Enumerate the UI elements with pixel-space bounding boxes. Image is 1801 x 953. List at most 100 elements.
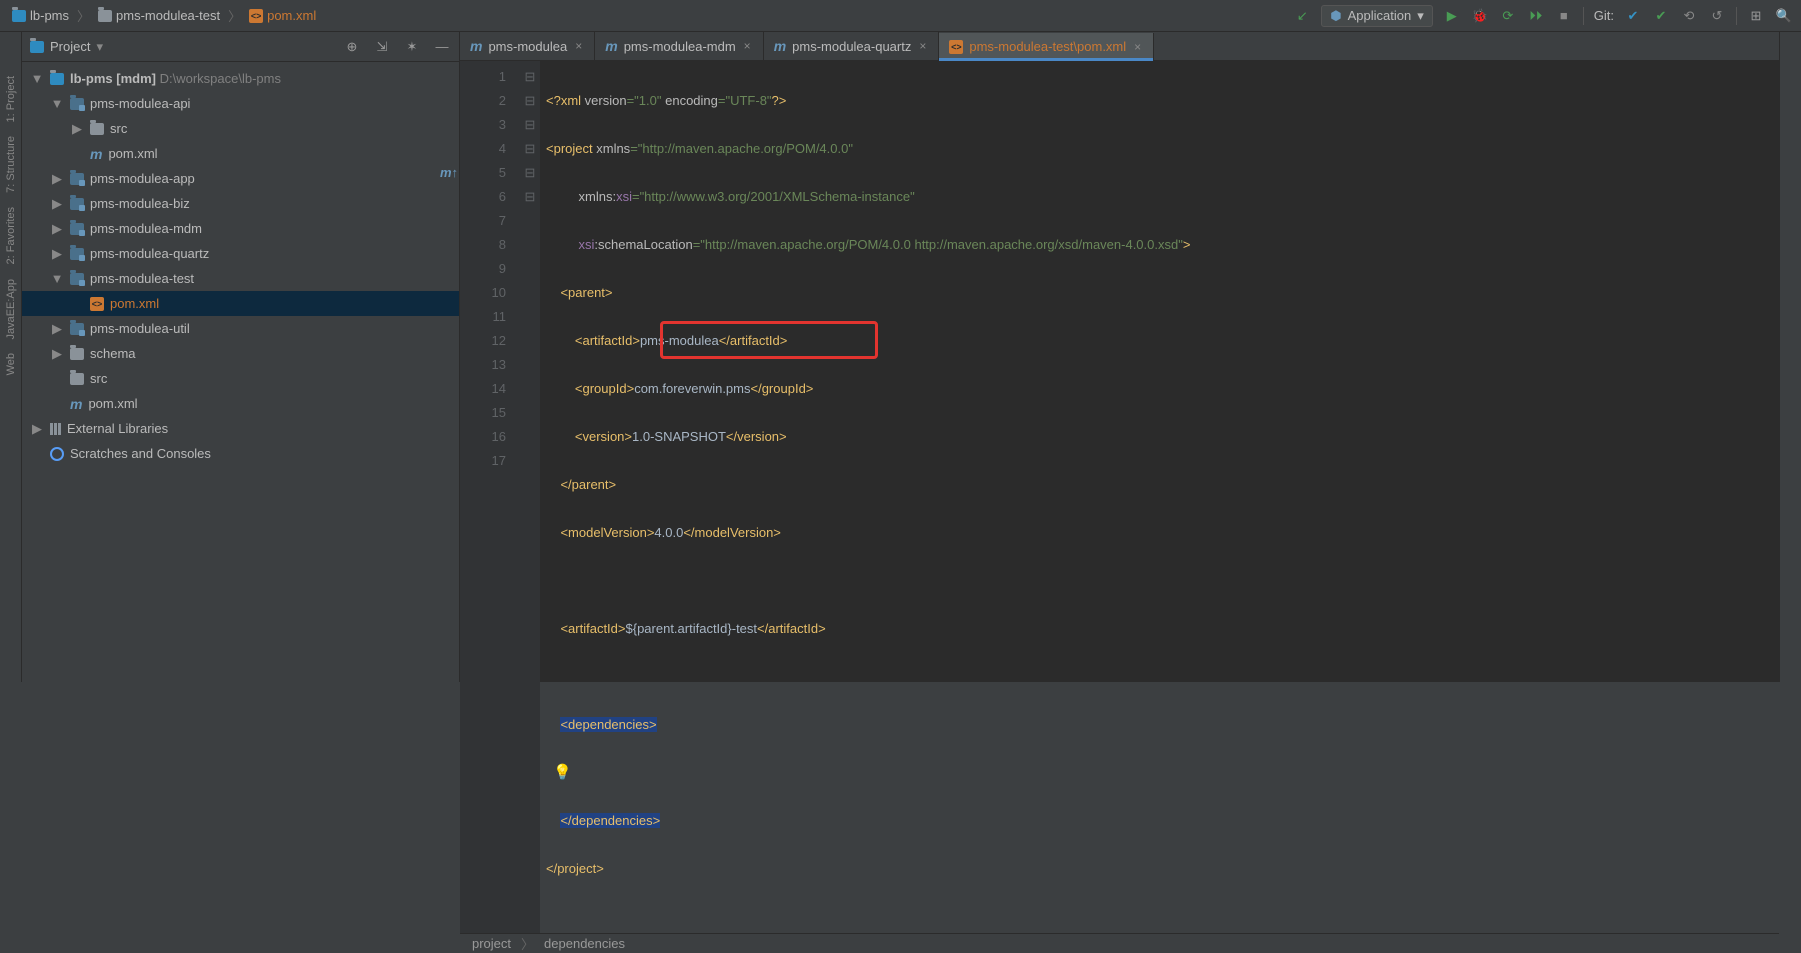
separator — [1736, 7, 1737, 25]
run-config-dropdown[interactable]: ⬢ Application ▾ — [1321, 5, 1433, 27]
tree-node-module[interactable]: ▶ pms-modulea-biz — [22, 191, 459, 216]
maven-icon: m — [90, 146, 102, 162]
git-history-icon[interactable]: ⟲ — [1680, 7, 1698, 25]
tree-label: src — [110, 121, 127, 136]
debug-icon[interactable]: 🐞 — [1471, 7, 1489, 25]
folder-icon — [70, 373, 84, 385]
close-icon[interactable]: × — [573, 39, 584, 53]
locate-icon[interactable]: ⊕ — [343, 38, 361, 56]
editor-tab[interactable]: mpms-modulea-mdm× — [595, 32, 763, 60]
search-icon[interactable]: 🔍 — [1775, 7, 1793, 25]
project-icon — [30, 41, 44, 53]
ide-settings-icon[interactable]: ⊞ — [1747, 7, 1765, 25]
profile-icon[interactable]: ⏵⏵ — [1527, 7, 1545, 25]
gear-icon[interactable]: ✶ — [403, 38, 421, 56]
coverage-icon[interactable]: ⟳ — [1499, 7, 1517, 25]
module-icon — [70, 173, 84, 185]
run-config-label: Application — [1348, 8, 1412, 23]
code-area[interactable]: <?xml version="1.0" encoding="UTF-8"?> <… — [540, 61, 1779, 933]
tree-node-module[interactable]: ▶pms-modulea-quartz — [22, 241, 459, 266]
tree-twisty[interactable]: ▼ — [50, 96, 64, 111]
tree-twisty[interactable]: ▼ — [30, 71, 44, 86]
tree-node-folder[interactable]: ▶schema — [22, 341, 459, 366]
workarea: 1: Project 7: Structure 2: Favorites Jav… — [0, 32, 1801, 682]
git-commit-icon[interactable]: ✔ — [1652, 7, 1670, 25]
tree-twisty[interactable]: ▶ — [70, 121, 84, 137]
editor-tab-active[interactable]: <> pms-modulea-test\pom.xml × — [939, 33, 1154, 60]
close-icon[interactable]: × — [742, 39, 753, 53]
tree-twisty[interactable]: ▶ — [50, 321, 64, 337]
tree-node-module[interactable]: ▶ pms-modulea-mdm — [22, 216, 459, 241]
editor-tab[interactable]: mpms-modulea× — [460, 32, 595, 60]
stop-icon[interactable]: ■ — [1555, 7, 1573, 25]
build-icon[interactable]: ↙ — [1293, 7, 1311, 25]
tool-tab-web[interactable]: Web — [3, 349, 19, 379]
fold-gutter[interactable]: ⊟⊟⊟⊟⊟⊟ — [520, 61, 540, 933]
library-icon — [50, 423, 61, 435]
expand-icon[interactable]: ⇲ — [373, 38, 391, 56]
tree-external-libraries[interactable]: ▶External Libraries — [22, 416, 459, 441]
tool-tab-favorites[interactable]: 2: Favorites — [3, 203, 19, 268]
tab-label: pms-modulea-test\pom.xml — [969, 39, 1126, 54]
run-icon[interactable]: ▶ — [1443, 7, 1461, 25]
crumb-dependencies[interactable]: dependencies — [544, 936, 625, 951]
tree-label: pms-modulea-mdm — [90, 221, 202, 236]
tree-node-folder[interactable]: src — [22, 366, 459, 391]
root-path: D:\workspace\lb-pms — [160, 71, 281, 86]
git-update-icon[interactable]: ✔ — [1624, 7, 1642, 25]
tree-twisty[interactable]: ▶ — [50, 196, 64, 212]
breadcrumb-root[interactable]: lb-pms — [8, 6, 73, 25]
tree-twisty[interactable]: ▼ — [50, 271, 64, 286]
tree-twisty[interactable]: ▶ — [50, 221, 64, 237]
panel-title: Project — [50, 39, 90, 54]
tab-label: pms-modulea — [488, 39, 567, 54]
intention-bulb-icon[interactable]: 💡 — [553, 764, 572, 781]
tool-tab-structure[interactable]: 7: Structure — [3, 132, 19, 197]
tree-node-module[interactable]: ▶ pms-modulea-util — [22, 316, 459, 341]
git-label: Git: — [1594, 8, 1614, 23]
tree-twisty[interactable]: ▶ — [50, 346, 64, 362]
tree-twisty[interactable]: ▶ — [50, 246, 64, 262]
tool-tab-project[interactable]: 1: Project — [3, 72, 19, 126]
git-revert-icon[interactable]: ↺ — [1708, 7, 1726, 25]
module-icon — [70, 273, 84, 285]
tree-scratches[interactable]: Scratches and Consoles — [22, 441, 459, 466]
chevron-down-icon[interactable]: ▾ — [96, 39, 103, 55]
project-tree[interactable]: ▼ lb-pms [mdm] D:\workspace\lb-pms ▼pms-… — [22, 62, 459, 682]
tree-node-module[interactable]: ▼pms-modulea-test — [22, 266, 459, 291]
maven-icon: m — [70, 396, 82, 412]
top-toolbar: lb-pms 〉 pms-modulea-test 〉 <> pom.xml ↙… — [0, 0, 1801, 32]
maven-gutter-icon[interactable]: m↑ — [440, 161, 458, 185]
breadcrumb-folder[interactable]: pms-modulea-test — [94, 6, 224, 25]
tree-label: pom.xml — [110, 296, 159, 311]
crumb-project[interactable]: project — [472, 936, 511, 951]
tree-label: pom.xml — [88, 396, 137, 411]
tree-node-pom-selected[interactable]: <>pom.xml — [22, 291, 459, 316]
tree-label: pms-modulea-biz — [90, 196, 190, 211]
chevron-right-icon: 〉 — [77, 6, 90, 25]
editor-breadcrumbs: project 〉 dependencies — [460, 933, 1779, 953]
tree-twisty[interactable]: ▶ — [50, 171, 64, 187]
maven-file-icon: <> — [949, 40, 963, 54]
tree-node-module[interactable]: ▶pms-modulea-app — [22, 166, 459, 191]
module-icon — [70, 198, 84, 210]
breadcrumbs: lb-pms 〉 pms-modulea-test 〉 <> pom.xml — [8, 6, 320, 25]
tree-root[interactable]: ▼ lb-pms [mdm] D:\workspace\lb-pms — [22, 66, 459, 91]
tree-node-folder[interactable]: ▶ src — [22, 116, 459, 141]
editor-body[interactable]: 1234 m↑5 67891011121314151617 ⊟⊟⊟⊟⊟⊟ <?x… — [460, 61, 1779, 933]
hide-icon[interactable]: — — [433, 38, 451, 56]
tree-node-pom[interactable]: mpom.xml — [22, 141, 459, 166]
application-icon: ⬢ — [1330, 8, 1341, 24]
close-icon[interactable]: × — [1132, 40, 1143, 54]
tree-node-module[interactable]: ▼pms-modulea-api — [22, 91, 459, 116]
breadcrumb-file[interactable]: <> pom.xml — [245, 6, 320, 25]
maven-file-icon: <> — [249, 9, 263, 23]
tree-label: pms-modulea-util — [90, 321, 190, 336]
toolbar-right: ↙ ⬢ Application ▾ ▶ 🐞 ⟳ ⏵⏵ ■ Git: ✔ ✔ ⟲ … — [1293, 5, 1793, 27]
close-icon[interactable]: × — [917, 39, 928, 53]
tree-twisty[interactable]: ▶ — [30, 421, 44, 437]
module-icon — [70, 98, 84, 110]
tool-tab-jee[interactable]: JavaEE:App — [3, 275, 19, 344]
editor-tab[interactable]: mpms-modulea-quartz× — [764, 32, 940, 60]
tree-node-pom[interactable]: m pom.xml — [22, 391, 459, 416]
